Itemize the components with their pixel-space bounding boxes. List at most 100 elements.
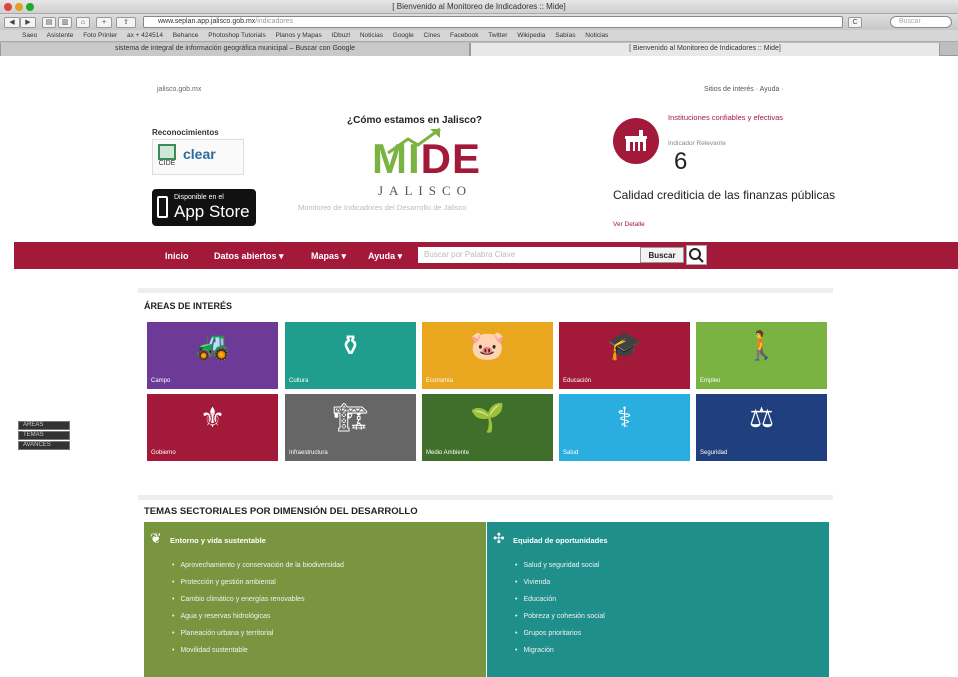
nav-mapas[interactable]: Mapas ▾ [311, 251, 346, 262]
institution-icon [613, 118, 659, 164]
logo-jalisco: JALISCO [378, 183, 473, 198]
forward-button[interactable]: ▶ [20, 17, 36, 28]
appstore-big-text: App Store [174, 202, 250, 221]
reload-icon[interactable]: C [848, 17, 862, 28]
bookmark-item[interactable]: Foto Printer [83, 32, 117, 39]
tema-item[interactable]: Cambio climático y energías renovables [172, 596, 344, 613]
bookmark-item[interactable]: Saeo [22, 32, 37, 39]
cide-logo: CIDE [156, 144, 178, 172]
search-button[interactable]: Buscar [640, 247, 684, 263]
tab-google[interactable]: sistema de integral de información geogr… [0, 43, 470, 56]
area-tile-medio-ambiente[interactable]: 🌱 Medio Ambiente [422, 394, 553, 461]
tab-mide[interactable]: [ Bienvenido al Monitoreo de Indicadores… [470, 43, 940, 56]
tab-bar: sistema de integral de información geogr… [0, 42, 958, 56]
window-titlebar: [ Bienvenido al Monitoreo de Indicadores… [0, 0, 958, 14]
temas-column-equidad: ✣ Equidad de oportunidades Salud y segur… [487, 522, 829, 677]
browser-search-input[interactable]: Buscar [890, 16, 952, 28]
bookmark-item[interactable]: Sabías [555, 32, 575, 39]
side-tab-areas[interactable]: AREAS [18, 421, 70, 430]
reader-icon[interactable]: ▥ [58, 17, 72, 28]
bookmark-item[interactable]: Behance [173, 32, 199, 39]
bookmark-item[interactable]: Google [393, 32, 414, 39]
add-bookmark-button[interactable]: + [96, 17, 112, 28]
nav-ayuda[interactable]: Ayuda ▾ [368, 251, 402, 262]
areas-title: ÁREAS DE INTERÉS [144, 301, 233, 311]
tema-item[interactable]: Vivienda [515, 579, 605, 596]
bookmark-item[interactable]: IDbuzl [332, 32, 350, 39]
plant-icon: 🌱 [470, 402, 505, 433]
side-tab-avances[interactable]: AVANCES [18, 441, 70, 450]
cide-label: CIDE [158, 160, 176, 167]
bookmark-item[interactable]: Noticias [585, 32, 608, 39]
temas-column-entorno: ❦ Entorno y vida sustentable Aprovechami… [144, 522, 486, 677]
indicator-detail-link[interactable]: Ver Detalle [613, 221, 645, 228]
side-tab-temas[interactable]: TEMAS [18, 431, 70, 440]
search-icon[interactable] [686, 245, 707, 265]
bookmark-item[interactable]: Wikipedia [517, 32, 545, 39]
area-tile-label: Economía [426, 378, 454, 384]
network-icon: ✣ [493, 530, 505, 546]
nav-inicio[interactable]: Inicio [165, 251, 189, 261]
area-tile-gobierno[interactable]: ⚜ Gobierno [147, 394, 278, 461]
bookmark-item[interactable]: Photoshop Tutorials [208, 32, 265, 39]
app-store-badge[interactable]: Disponible en el App Store [152, 189, 256, 226]
scales-icon: ⚖ [748, 402, 775, 433]
crane-icon: 🏗 [332, 402, 369, 433]
area-tile-infraestructura[interactable]: 🏗 Infraestructura [285, 394, 416, 461]
back-button[interactable]: ◀ [4, 17, 20, 28]
column-heading[interactable]: Equidad de oportunidades [513, 536, 608, 545]
url-suffix: /indicadores [255, 18, 294, 25]
home-icon[interactable]: ⌂ [76, 17, 90, 28]
url-field[interactable]: www.seplan.app.jalisco.gob.mx/indicadore… [143, 16, 843, 28]
vase-icon: ⚱ [338, 330, 363, 361]
tema-item[interactable]: Educación [515, 596, 605, 613]
area-tile-label: Empleo [700, 378, 721, 384]
piggy-bank-icon: 🐷 [470, 330, 505, 361]
tema-item[interactable]: Salud y seguridad social [515, 562, 605, 579]
bookmark-item[interactable]: Asistente [47, 32, 74, 39]
area-tile-empleo[interactable]: 🚶 Empleo [696, 322, 827, 389]
tema-item[interactable]: Grupos prioritarios [515, 630, 605, 647]
tractor-icon: 🚜 [195, 330, 230, 361]
area-tile-label: Cultura [289, 378, 309, 384]
bookmark-item[interactable]: Cines [424, 32, 441, 39]
url-text: www.seplan.app.jalisco.gob.mx [158, 18, 256, 25]
recognitions-title: Reconocimientos [152, 128, 219, 137]
site-domain-link[interactable]: jalisco.gob.mx [157, 86, 201, 93]
area-tile-label: Campo [151, 378, 171, 384]
tema-item[interactable]: Protección y gestión ambiental [172, 579, 344, 596]
area-tile-label: Medio Ambiente [426, 450, 470, 456]
area-tile-campo[interactable]: 🚜 Campo [147, 322, 278, 389]
bookmarks-icon[interactable]: ▤ [42, 17, 56, 28]
bookmark-item[interactable]: Twitter [488, 32, 507, 39]
share-icon[interactable]: ⇪ [116, 17, 136, 28]
tema-item[interactable]: Planeación urbana y territorial [172, 630, 344, 647]
indicator-category[interactable]: Instituciones confiables y efectivas [668, 113, 818, 122]
area-tile-economía[interactable]: 🐷 Economía [422, 322, 553, 389]
area-tile-seguridad[interactable]: ⚖ Seguridad [696, 394, 827, 461]
top-links[interactable]: Sitios de interés · Ayuda · [704, 86, 784, 93]
indicator-subtitle: Indicador Relevante [668, 140, 726, 147]
bookmark-item[interactable]: ax + 424514 [127, 32, 163, 39]
tema-item[interactable]: Migración [515, 647, 605, 664]
bookmark-item[interactable]: Planos y Mapas [276, 32, 322, 39]
tema-item[interactable]: Pobreza y cohesión social [515, 613, 604, 630]
tema-item[interactable]: Aprovechamiento y conservación de la bio… [172, 562, 343, 579]
area-tile-educación[interactable]: 🎓 Educación [559, 322, 690, 389]
worker-icon: 🚶 [744, 330, 779, 361]
keyword-search-input[interactable]: Buscar por Palabra Clave [418, 247, 640, 263]
bookmark-item[interactable]: Noticias [360, 32, 383, 39]
recognitions-logos: CIDE clear [152, 139, 244, 175]
temas-title: TEMAS SECTORIALES POR DIMENSIÓN DEL DESA… [144, 506, 418, 517]
area-tile-cultura[interactable]: ⚱ Cultura [285, 322, 416, 389]
area-tile-label: Infraestructura [289, 450, 328, 456]
nav-datos-abiertos[interactable]: Datos abiertos ▾ [214, 251, 284, 262]
tema-item[interactable]: Agua y reservas hidrológicas [172, 613, 344, 630]
column-heading[interactable]: Entorno y vida sustentable [170, 536, 266, 545]
area-tile-label: Gobierno [151, 450, 176, 456]
seal-icon: ⚜ [199, 402, 226, 433]
mide-logo[interactable]: MIDE [372, 135, 481, 183]
tema-item[interactable]: Movilidad sustentable [172, 647, 344, 664]
area-tile-salud[interactable]: ⚕ Salud [559, 394, 690, 461]
bookmark-item[interactable]: Facebook [450, 32, 479, 39]
